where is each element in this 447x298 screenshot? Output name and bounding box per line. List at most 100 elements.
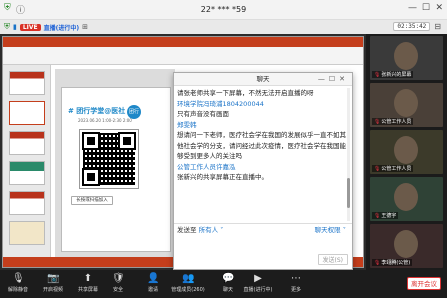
- chat-button[interactable]: 💬 聊天: [211, 273, 245, 293]
- live-icon: ▶: [254, 273, 262, 284]
- send-to-dropdown[interactable]: 所有人 ˅: [199, 226, 224, 234]
- meeting-timer: 02:35:42: [393, 22, 431, 31]
- slide-thumbnail[interactable]: [9, 131, 45, 155]
- chat-icon: 💬: [222, 273, 235, 284]
- participant-tile[interactable]: 🎙公管工作人员: [370, 130, 443, 174]
- slide-logo: 团行: [127, 105, 141, 119]
- participant-video: [394, 89, 418, 117]
- meeting-toolbar: 🎙 解除静音 📷 开启视频 ⬆ 共享屏幕 🛡 安全 👤 邀请 👥 管理成员(260) 💬 聊天 ▶ 直播(进行…: [0, 270, 447, 298]
- current-slide: # 团行学堂@医社 2023.06.20 1:00-2:30 2:00: [61, 87, 171, 252]
- toolbar-label: 安全: [112, 287, 123, 293]
- share-screen-icon: ⬆: [83, 273, 93, 284]
- shield-icon[interactable]: ⛨: [4, 22, 10, 32]
- send-button[interactable]: 发送(S): [317, 254, 348, 265]
- ppt-title-ribbon: [3, 37, 363, 47]
- slide-thumbnail[interactable]: [9, 221, 45, 245]
- participant-name-text: 张新兴的屏幕: [381, 72, 412, 78]
- toolbar-label: 开启视频: [42, 287, 63, 293]
- security-button[interactable]: 🛡 安全: [101, 273, 135, 293]
- security-icon: 🛡: [112, 273, 125, 284]
- toolbar-label: 管理成员(260): [171, 287, 205, 293]
- participant-name: 🎙李翊腾(公管): [372, 259, 413, 266]
- meeting-status-bar: ⛨ ▮ LIVE 直播(进行中) ⊞ 02:35:42 ⊟: [0, 20, 447, 34]
- share-screen-button[interactable]: ⬆ 共享屏幕: [71, 273, 105, 293]
- participant-tile[interactable]: 🎙王德宇: [370, 177, 443, 221]
- participant-tile[interactable]: 🎙李翊腾(公管): [370, 224, 443, 268]
- chat-title-bar: 聊天 —☐✕: [174, 73, 352, 86]
- chat-message-text: 只有声音没有画面: [177, 110, 229, 118]
- mic-muted-icon: 🎙: [374, 260, 381, 266]
- slide-date: 2023.06.20 1:00-2:30 2:00: [78, 118, 132, 123]
- video-icon: 📷: [47, 273, 60, 284]
- toolbar-label: 更多: [290, 287, 301, 293]
- manage-participants-button[interactable]: 👥 管理成员(260): [171, 273, 205, 293]
- mic-muted-icon: 🎙: [374, 119, 381, 125]
- qr-code: [79, 129, 139, 189]
- live-button[interactable]: ▶ 直播(进行中): [241, 273, 275, 293]
- invite-icon: 👤: [147, 273, 160, 284]
- unmute-button[interactable]: 🎙 解除静音: [1, 273, 35, 293]
- participant-name-text: 公管工作人员: [381, 119, 412, 125]
- qr-finder: [82, 132, 100, 150]
- window-title: 22* *** *59: [200, 5, 247, 14]
- chat-window-controls[interactable]: —☐✕: [318, 73, 349, 86]
- chat-input[interactable]: 发送(S): [174, 236, 352, 269]
- slide-thumbnail[interactable]: [9, 71, 45, 95]
- qr-finder: [82, 168, 100, 186]
- participant-tile[interactable]: 🎙公管工作人员: [370, 83, 443, 127]
- chat-title: 聊天: [256, 75, 270, 83]
- invite-button[interactable]: 👤 邀请: [136, 273, 170, 293]
- toolbar-label: 邀请: [147, 287, 158, 293]
- chat-message-text: 请张老师共享一下屏幕，不然无法开启直播的呀: [177, 89, 314, 97]
- send-to-row: 发送至 所有人 ˅ 聊天权限 ˅: [174, 223, 352, 235]
- chat-sender-name: 环境学院冯琦浦1804200044: [177, 99, 264, 108]
- participant-name: 🎙公管工作人员: [372, 118, 414, 125]
- participant-name: 🎙张新兴的屏幕: [372, 71, 414, 78]
- slide-heading: # 团行学堂@医社: [68, 107, 126, 115]
- more-button[interactable]: ⋯ 更多: [279, 273, 313, 293]
- slide-thumbnail[interactable]: [9, 101, 45, 125]
- ppt-slide-thumbnails: [3, 65, 51, 259]
- ppt-toolbar: [3, 47, 363, 65]
- participant-gallery: 🎙张新兴的屏幕 🎙公管工作人员 🎙公管工作人员 🎙王德宇 🎙李翊腾(公管): [366, 34, 447, 270]
- grid-view-icon[interactable]: ⊞: [82, 23, 88, 31]
- chat-permission-dropdown[interactable]: 聊天权限 ˅: [315, 224, 346, 236]
- mic-muted-icon: 🎙: [374, 72, 381, 78]
- live-status-text[interactable]: 直播(进行中): [44, 23, 80, 32]
- chat-window[interactable]: 聊天 —☐✕ 请张老师共享一下屏幕，不然无法开启直播的呀 环境学院冯琦浦18042…: [173, 72, 353, 270]
- chat-scrollbar[interactable]: [347, 88, 350, 221]
- participant-name: 🎙王德宇: [372, 212, 399, 219]
- participant-video: [394, 136, 418, 164]
- chat-messages[interactable]: 请张老师共享一下屏幕，不然无法开启直播的呀 环境学院冯琦浦1804200044 只有…: [177, 88, 347, 221]
- signal-icon[interactable]: ▮: [13, 23, 17, 31]
- participant-name-text: 王德宇: [381, 213, 397, 219]
- chat-message-text: 张新兴的共享屏幕正在直播中。: [177, 173, 268, 181]
- participant-name-text: 公管工作人员: [381, 166, 412, 172]
- unmute-icon: 🎙: [12, 273, 25, 284]
- participant-tile[interactable]: 🎙张新兴的屏幕: [370, 36, 443, 80]
- start-video-button[interactable]: 📷 开启视频: [36, 273, 70, 293]
- participant-video: [394, 183, 418, 211]
- chat-sender-name: 公管工作人员许嘉泓: [177, 162, 236, 171]
- mic-muted-icon: 🎙: [374, 213, 381, 219]
- view-icon[interactable]: ⊟: [434, 22, 441, 31]
- chat-message-text: 想请问一下老师，医疗社会学在我国的发展似乎一直不如其他社会学的分支，请问经过此次…: [177, 131, 346, 160]
- chat-sender-name: 郑雯韩: [177, 120, 197, 129]
- slide-thumbnail[interactable]: [9, 191, 45, 215]
- participant-name: 🎙公管工作人员: [372, 165, 414, 172]
- maximize-button[interactable]: ☐: [422, 3, 430, 13]
- scan-join-button: 长按或扫描加入: [71, 196, 113, 205]
- close-button[interactable]: ✕: [435, 3, 443, 13]
- more-icon: ⋯: [291, 273, 301, 284]
- minimize-button[interactable]: —: [408, 3, 417, 13]
- participant-name-text: 李翊腾(公管): [381, 260, 411, 266]
- send-to-label: 发送至: [177, 226, 197, 234]
- toolbar-label: 直播(进行中): [243, 287, 273, 293]
- slide-thumbnail[interactable]: [9, 161, 45, 185]
- mic-muted-icon: 🎙: [374, 166, 381, 172]
- leave-meeting-button[interactable]: 离开会议: [407, 277, 441, 290]
- live-badge: LIVE: [19, 23, 41, 31]
- toolbar-label: 聊天: [222, 287, 233, 293]
- participant-video: [394, 42, 418, 70]
- toolbar-label: 共享屏幕: [77, 287, 98, 293]
